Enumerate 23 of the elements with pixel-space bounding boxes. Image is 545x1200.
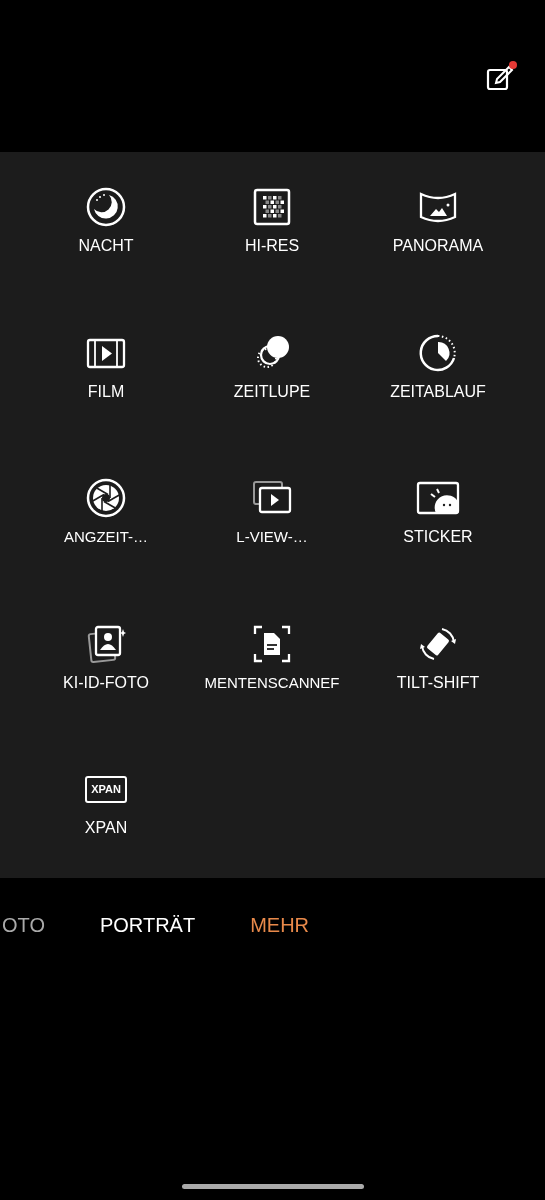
mode-item[interactable]: FILM (23, 332, 189, 478)
portrait-card-icon (86, 623, 126, 664)
mode-item[interactable]: KI-ID-FOTO (23, 623, 189, 769)
mode-item[interactable]: MENTENSCANNEF (189, 623, 355, 769)
checkerboard-icon (252, 187, 292, 227)
mode-item[interactable]: L-VIEW-… (189, 478, 355, 624)
mode-item[interactable]: TILT-SHIFT (355, 623, 521, 769)
mode-tab[interactable]: PORTRÄT (99, 914, 196, 937)
moon-icon (86, 187, 126, 227)
mode-item[interactable]: NACHT (23, 187, 189, 333)
document-scan-icon (252, 623, 292, 664)
mode-tab[interactable]: MEHR (250, 914, 310, 937)
mode-item[interactable]: STICKER (355, 478, 521, 624)
mode-item[interactable]: PANORAMA (355, 187, 521, 333)
mode-item[interactable]: ZEITABLAUF (355, 332, 521, 478)
mode-item[interactable]: ANGZEIT-… (23, 478, 189, 624)
mode-item[interactable]: XPAN XPAN (23, 769, 189, 915)
aperture-icon (86, 478, 126, 518)
mode-item[interactable]: ZEITLUPE (189, 332, 355, 478)
mode-item[interactable]: HI-RES (189, 187, 355, 333)
mode-tab[interactable]: OTO (2, 914, 45, 937)
xpan-icon: XPAN (85, 775, 127, 803)
timer-icon (418, 332, 458, 373)
